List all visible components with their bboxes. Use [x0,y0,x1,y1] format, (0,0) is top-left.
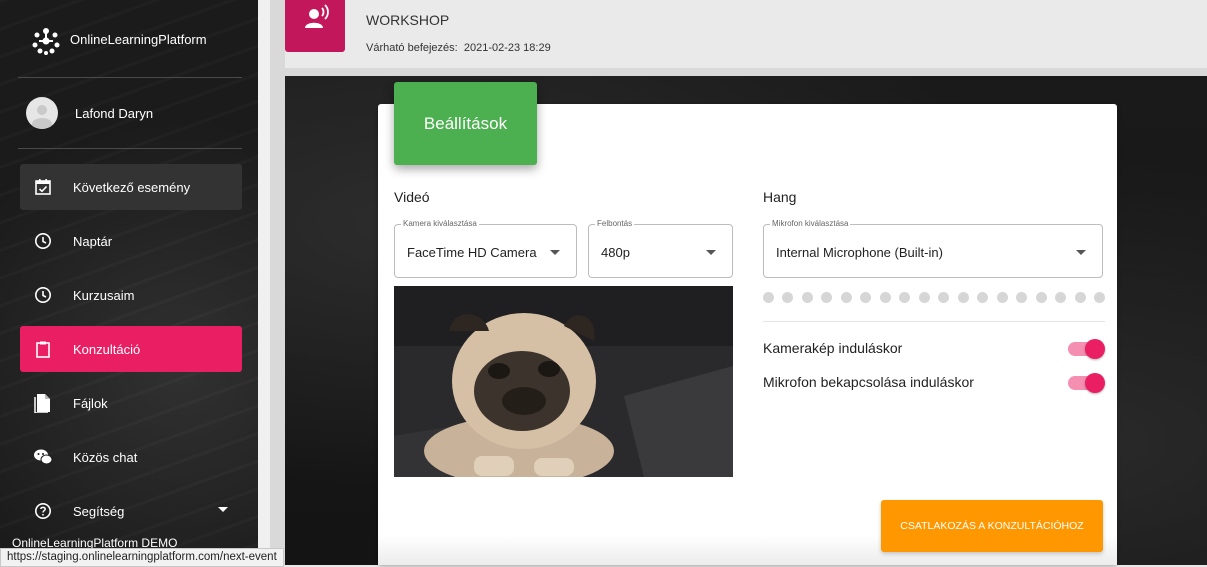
mic-level-dot [996,292,1008,303]
status-bar-url: https://staging.onlinelearningplatform.c… [0,548,284,567]
settings-tab-header: Beállítások [394,82,537,165]
clock-icon [33,285,53,305]
resolution-select-value: 480p [601,245,630,260]
speaker-icon [305,4,329,28]
camera-select[interactable]: Kamera kiválasztása FaceTime HD Camera [394,219,577,278]
toggle-knob [1085,373,1105,393]
clipboard-icon [33,339,53,359]
toggle-knob [1085,339,1105,359]
resolution-select[interactable]: Felbontás 480p [588,219,733,278]
sidebar-item-label: Közös chat [73,449,138,465]
avatar[interactable] [26,97,58,129]
header-card [285,0,1207,68]
header-icon-box [285,0,345,52]
camera-preview [394,286,733,477]
dropdown-arrow-icon [550,250,560,255]
sidebar-item-calendar[interactable]: Naptár [20,218,242,264]
mic-level-dot [957,292,969,303]
page-title: WORKSHOP [366,12,450,28]
mic-level-dot [879,292,891,303]
sidebar-item-courses[interactable]: Kurzusaim [20,272,242,318]
mic-level-indicator [763,292,1105,303]
mic-level-dot [821,292,833,303]
mic-level-dot [763,292,774,303]
mic-level-dot [918,292,930,303]
sidebar-item-help[interactable]: Segítség [20,488,242,534]
microphone-select-label: Mikrofon kiválasztása [770,219,851,228]
join-consultation-button[interactable]: CSATLAKOZÁS A KONZULTÁCIÓHOZ [881,500,1103,552]
mic-level-dot [782,292,794,303]
mic-on-start-label: Mikrofon bekapcsolása induláskor [763,374,974,390]
clock-icon [33,231,53,251]
sidebar-item-label: Fájlok [73,395,108,411]
help-icon [33,501,53,521]
camera-select-label: Kamera kiválasztása [401,219,479,228]
mic-level-dot [801,292,813,303]
logo-icon [30,25,62,57]
scrollbar[interactable] [258,0,270,565]
divider [18,77,242,78]
chevron-down-icon [218,507,228,512]
sidebar-item-consultation[interactable]: Konzultáció [20,326,242,372]
mic-level-dot [977,292,989,303]
sidebar-item-label: Konzultáció [73,341,141,357]
resolution-select-label: Felbontás [595,219,635,228]
mic-level-dot [1035,292,1047,303]
sidebar: OnlineLearningPlatform Lafond Daryn Köve… [0,0,258,565]
end-time: Várható befejezés: 2021-02-23 18:29 [366,42,551,54]
end-time-value: 2021-02-23 18:29 [463,42,551,54]
divider [18,148,242,149]
end-time-label: Várható befejezés: [366,42,458,54]
mic-level-dot [860,292,872,303]
audio-section-title: Hang [763,189,797,205]
sidebar-item-label: Naptár [73,233,113,249]
pug-image [394,286,733,477]
dropdown-arrow-icon [706,250,716,255]
calendar-check-icon [33,177,53,197]
video-section-title: Videó [394,189,430,205]
divider [763,321,1105,322]
mic-level-dot [1016,292,1028,303]
camera-on-start-toggle[interactable] [1068,339,1105,359]
microphone-select-value: Internal Microphone (Built-in) [776,245,943,260]
mic-level-dot [1055,292,1067,303]
mic-on-start-toggle[interactable] [1068,373,1105,393]
sidebar-item-label: Segítség [73,503,125,519]
app-name: OnlineLearningPlatform [70,32,207,47]
camera-select-value: FaceTime HD Camera [407,245,537,260]
dropdown-arrow-icon [1076,250,1086,255]
mic-level-dot [840,292,852,303]
camera-on-start-label: Kamerakép induláskor [763,340,903,356]
user-name[interactable]: Lafond Daryn [75,106,153,121]
mic-level-dot [1074,292,1086,303]
sidebar-item-label: Következő esemény [73,179,191,195]
sidebar-item-label: Kurzusaim [73,287,135,303]
sidebar-item-next-event[interactable]: Következő esemény [20,164,242,210]
mic-level-dot [938,292,950,303]
microphone-select[interactable]: Mikrofon kiválasztása Internal Microphon… [763,219,1103,278]
mic-level-dot [899,292,911,303]
sidebar-item-chat[interactable]: Közös chat [20,434,242,480]
file-icon [33,393,53,413]
sidebar-item-files[interactable]: Fájlok [20,380,242,426]
chat-icon [33,447,53,467]
mic-level-dot [1093,292,1105,303]
